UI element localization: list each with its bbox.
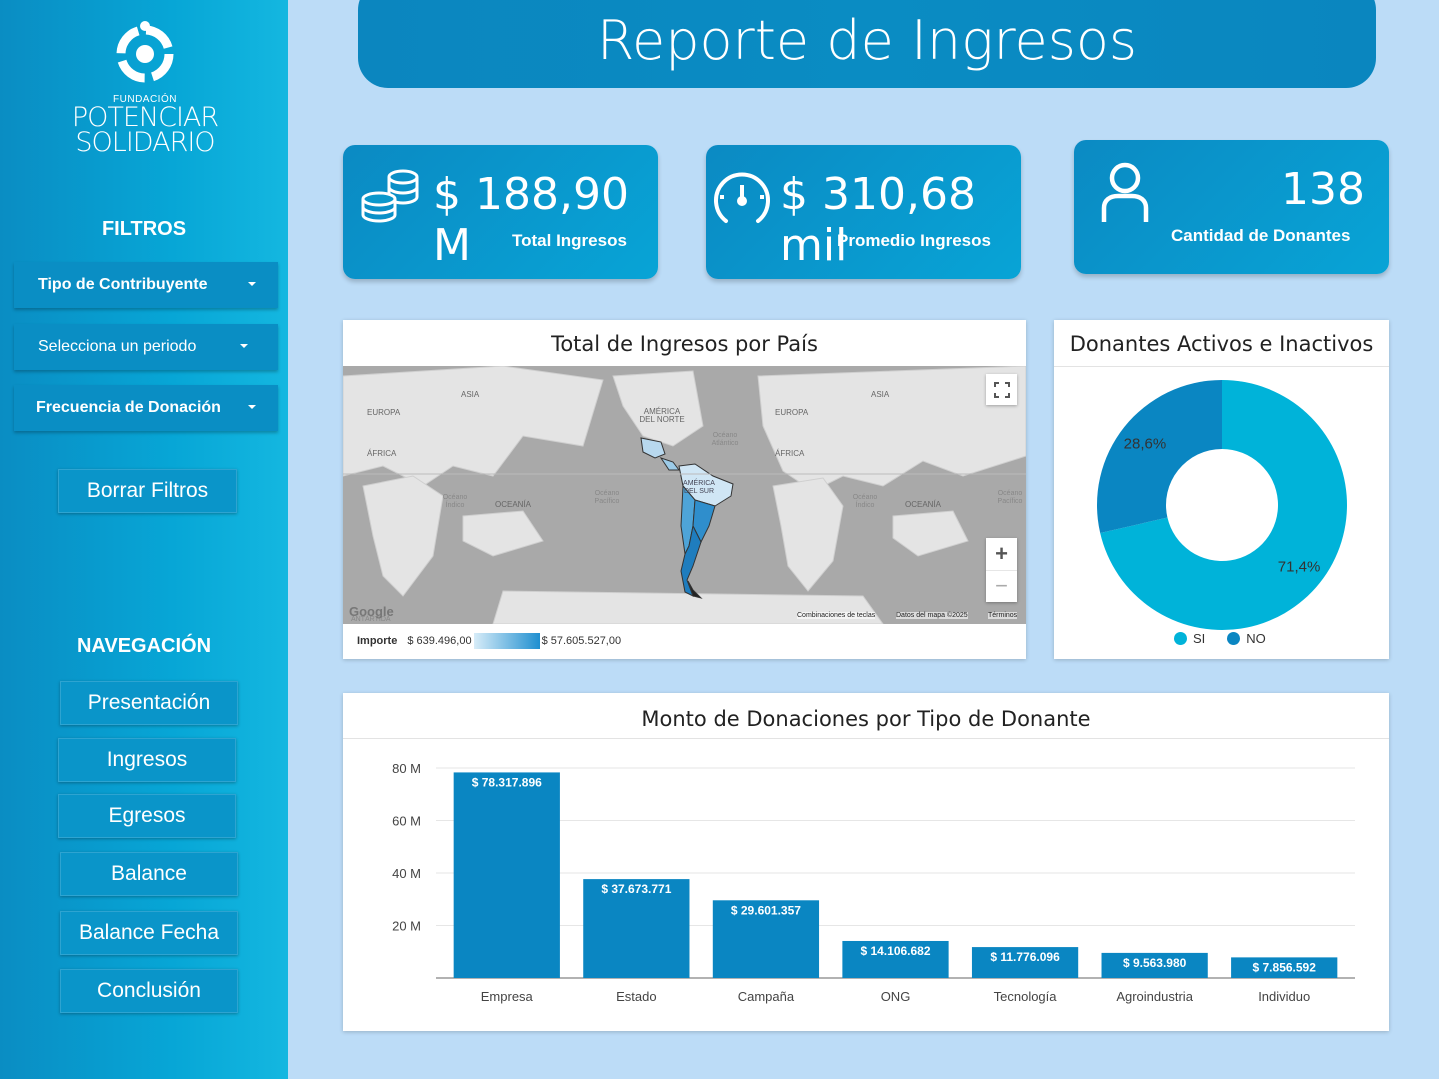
chevron-down-icon	[248, 282, 256, 286]
donut-chart: 71,4% 28,6%	[1097, 380, 1347, 630]
filters-title: FILTROS	[101, 218, 187, 240]
coins-icon	[361, 169, 419, 223]
filter-label: Selecciona un periodo	[38, 338, 197, 355]
legend-swatch-si	[1174, 632, 1187, 645]
map-label: EUROPA	[775, 408, 809, 417]
bar-chart-panel: Monto de Donaciones por Tipo de Donante …	[343, 693, 1389, 1031]
speedometer-icon	[714, 172, 770, 223]
donut-panel: Donantes Activos e Inactivos 71,4% 28,6% …	[1054, 320, 1389, 659]
legend-label-si: SI	[1193, 631, 1206, 646]
map-legend: Importe $ 639.496,00 $ 57.605.527,00	[357, 633, 621, 649]
map-label: ÁFRICA	[367, 449, 397, 458]
kpi-cantidad-donantes: 138 Cantidad de Donantes	[1074, 140, 1389, 274]
map-label: AMÉRICA DEL SUR	[683, 480, 715, 495]
map-attribution-shortcuts[interactable]: Combinaciones de teclas	[797, 612, 876, 619]
kpi-label: Cantidad de Donantes	[1171, 226, 1351, 245]
map-label: ASIA	[871, 390, 890, 399]
map-label: Océano Pacífico	[997, 490, 1023, 505]
kpi-value: 138	[1281, 164, 1365, 215]
fullscreen-icon	[993, 381, 1010, 398]
map-label: ÁFRICA	[775, 449, 805, 458]
map-panel: Total de Ingresos por País ASIA EUROPA Á…	[343, 320, 1026, 659]
x-tick-label: Agroindustria	[1116, 989, 1193, 1004]
map-attribution-terms[interactable]: Términos	[988, 612, 1018, 619]
map-label: Océano Índico	[852, 494, 878, 509]
filter-contributor-type[interactable]: Tipo de Contribuyente	[14, 262, 278, 308]
bar-data-label: $ 78.317.896	[472, 775, 542, 789]
zoom-out-button[interactable]: −	[986, 570, 1017, 602]
map-label: OCEANÍA	[905, 500, 942, 509]
map-label: Océano Pacífico	[594, 490, 620, 505]
legend-label-no: NO	[1246, 631, 1266, 646]
bar-data-label: $ 29.601.357	[731, 903, 801, 917]
google-logo: Google	[349, 604, 394, 619]
bar-data-label: $ 7.856.592	[1253, 960, 1317, 974]
bar-data-label: $ 37.673.771	[601, 882, 671, 896]
legend-title: Importe	[357, 635, 398, 647]
map-attribution-data: Datos del mapa ©2025	[896, 612, 968, 619]
kpi-label: Total Ingresos	[512, 231, 627, 250]
filter-label: Tipo de Contribuyente	[38, 276, 208, 293]
clear-filters-button[interactable]: Borrar Filtros	[58, 469, 237, 513]
legend-min: $ 639.496,00	[407, 635, 472, 647]
bar-data-label: $ 14.106.682	[860, 944, 930, 958]
kpi-promedio-ingresos: $ 310,68 mil Promedio Ingresos	[706, 145, 1021, 279]
y-tick-label: 60 M	[392, 814, 421, 829]
donut-slice-no[interactable]	[1097, 380, 1222, 534]
nav-ingresos[interactable]: Ingresos	[58, 738, 236, 782]
donut-label-no: 28,6%	[1124, 436, 1167, 453]
bar-data-label: $ 11.776.096	[990, 950, 1060, 964]
y-tick-label: 40 M	[392, 866, 421, 881]
logo: FUNDACIÓN POTENCIAR SOLIDARIO	[60, 18, 230, 168]
filter-label: Frecuencia de Donación	[36, 399, 221, 416]
map-label: EUROPA	[367, 408, 401, 417]
logo-icon	[116, 21, 174, 83]
filter-donation-frequency[interactable]: Frecuencia de Donación	[14, 385, 278, 431]
nav-presentacion[interactable]: Presentación	[60, 681, 238, 725]
fullscreen-button[interactable]	[986, 374, 1017, 405]
x-tick-label: Empresa	[481, 989, 534, 1004]
map-label: Océano Atlántico	[711, 432, 739, 447]
kpi-value: $ 188,90 M	[433, 169, 629, 271]
bar-empresa[interactable]	[453, 772, 560, 978]
page-title: Reporte de Ingresos	[596, 9, 1138, 72]
zoom-controls: + −	[986, 538, 1017, 602]
chevron-down-icon	[240, 344, 248, 348]
nav-conclusion[interactable]: Conclusión	[60, 969, 238, 1013]
legend-swatch-no	[1227, 632, 1241, 645]
sidebar: FUNDACIÓN POTENCIAR SOLIDARIO FILTROS Ti…	[0, 0, 288, 1079]
page-header: Reporte de Ingresos	[358, 0, 1376, 88]
x-tick-label: ONG	[881, 989, 911, 1004]
kpi-total-ingresos: $ 188,90 M Total Ingresos	[343, 145, 658, 279]
x-tick-label: Estado	[616, 989, 656, 1004]
map-label: AMÉRICA DEL NORTE	[639, 407, 685, 424]
map-label: OCEANÍA	[495, 500, 532, 509]
nav-egresos[interactable]: Egresos	[58, 794, 236, 838]
kpi-value: $ 310,68 mil	[780, 169, 976, 271]
logo-line3: SOLIDARIO	[75, 127, 215, 158]
map-title: Total de Ingresos por País	[551, 332, 818, 356]
kpi-label: Promedio Ingresos	[837, 231, 991, 250]
donut-legend: SI NO	[1174, 631, 1266, 646]
y-tick-label: 80 M	[392, 761, 421, 776]
filter-period[interactable]: Selecciona un periodo	[14, 324, 278, 370]
chevron-down-icon	[248, 405, 256, 409]
bar-data-label: $ 9.563.980	[1123, 956, 1187, 970]
y-tick-label: 20 M	[392, 919, 421, 934]
map-label: Océano Índico	[442, 494, 468, 509]
map-label: ASIA	[461, 390, 480, 399]
nav-balance[interactable]: Balance	[60, 852, 238, 896]
nav-title: NAVEGACIÓN	[76, 635, 212, 657]
world-map[interactable]: ASIA EUROPA ÁFRICA AMÉRICA DEL NORTE Océ…	[343, 366, 1026, 624]
donut-label-si: 71,4%	[1278, 558, 1321, 575]
legend-max: $ 57.605.527,00	[541, 635, 622, 647]
legend-gradient	[473, 633, 540, 649]
x-tick-label: Campaña	[738, 989, 795, 1004]
x-tick-label: Individuo	[1258, 989, 1310, 1004]
zoom-in-button[interactable]: +	[995, 538, 1008, 570]
x-tick-label: Tecnología	[994, 989, 1058, 1004]
bar-chart: 20 M 40 M 60 M 80 M $ 78.317.896 Empresa $ 37.…	[392, 761, 1355, 1004]
nav-balance-fecha[interactable]: Balance Fecha	[60, 911, 238, 955]
user-icon	[1101, 162, 1149, 222]
